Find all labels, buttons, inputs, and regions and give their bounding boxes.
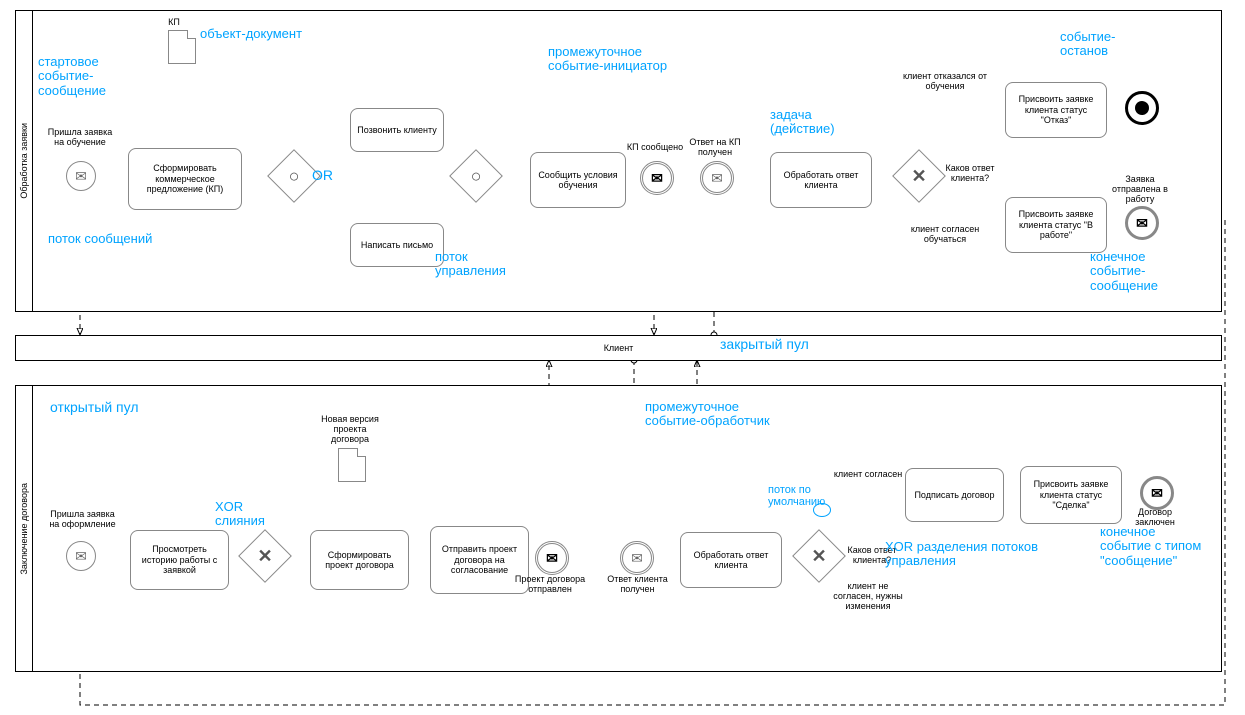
task-status-inwork: Присвоить заявке клиента статус "В работ… [1005,197,1107,253]
task-form-contract: Сформировать проект договора [310,530,409,590]
data-object-kp-label: КП [164,18,184,28]
ann-data-obj: объект-документ [200,27,302,41]
intermediate-catch-event [700,161,734,195]
data-object-kp [168,30,196,64]
ann-xor-split: XOR разделения потоков управления [885,540,1045,569]
end-message-event-2 [1140,476,1174,510]
intermediate-catch-event-2 [620,541,654,575]
data-object-doc [338,448,366,482]
intermediate-throw-event-2 [535,541,569,575]
pool-title: Обработка заявки [19,123,29,199]
ann-msg-flow: поток сообщений [48,232,168,246]
cond-agree: клиент согласен [828,470,908,480]
gateway-question: Каков ответ клиента? [940,164,1000,184]
end-msg-label: Заявка отправлена в работу [1105,175,1175,205]
ann-end-term: событие-останов [1060,30,1140,59]
task-sign-contract: Подписать договор [905,468,1004,522]
closed-pool-client: Клиент [15,335,1222,361]
event-kp-sent-label: КП сообщено [620,143,690,153]
intermediate-throw-event [640,161,674,195]
ann-end-msg: конечное событие-сообщение [1090,250,1190,293]
cond-changes: клиент не согласен, нужны изменения [828,582,908,612]
start-event-label-2: Пришла заявка на оформление [45,510,120,530]
ann-open-pool: открытый пул [50,400,139,415]
task-write-letter: Написать письмо [350,223,444,267]
cond-agreed: клиент согласен обучаться [900,225,990,245]
task-view-history: Просмотреть историю работы с заявкой [130,530,229,590]
event-reply-label-2: Ответ клиента получен [600,575,675,595]
event-sent-label: Проект договора отправлен [510,575,590,595]
pool-header: Обработка заявки [16,11,33,311]
ann-or: OR [312,168,333,183]
ann-xor-merge: XOR слияния [215,500,275,529]
start-event-message [66,161,96,191]
end-terminate-event [1125,91,1159,125]
default-flow-indicator [813,503,831,517]
task-form-offer: Сформировать коммерческое предложение (К… [128,148,242,210]
task-status-refusal: Присвоить заявке клиента статус "Отказ" [1005,82,1107,138]
cond-refused: клиент отказался от обучения [900,72,990,92]
ann-default-flow: поток по умолчанию [768,484,848,508]
ann-start-msg: стартовое событие-сообщение [38,55,138,98]
ann-task: задача (действие) [770,108,870,137]
ann-closed-pool: закрытый пул [720,337,809,352]
ann-end-msg2: конечное событие с типом "сообщение" [1100,525,1210,568]
task-communicate-terms: Сообщить условия обучения [530,152,626,208]
data-object-doc-label: Новая версия проекта договора [315,415,385,445]
pool-contract: Заключение договора [15,385,1222,672]
ann-inter-throw: промежуточное событие-инициатор [548,45,678,74]
task-call-client: Позвонить клиенту [350,108,444,152]
ann-inter-catch: промежуточное событие-обработчик [645,400,785,429]
event-reply-label: Ответ на КП получен [685,138,745,158]
pool-title-2: Заключение договора [19,483,29,575]
task-process-reply-2: Обработать ответ клиента [680,532,782,588]
task-process-reply: Обработать ответ клиента [770,152,872,208]
pool-header-2: Заключение договора [16,386,33,671]
ann-ctrl-flow: поток управления [435,250,535,279]
end-message-event [1125,206,1159,240]
start-event-message-2 [66,541,96,571]
start-event-label: Пришла заявка на обучение [45,128,115,148]
task-status-deal: Присвоить заявке клиента статус "Сделка" [1020,466,1122,524]
closed-pool-title: Клиент [604,343,634,353]
